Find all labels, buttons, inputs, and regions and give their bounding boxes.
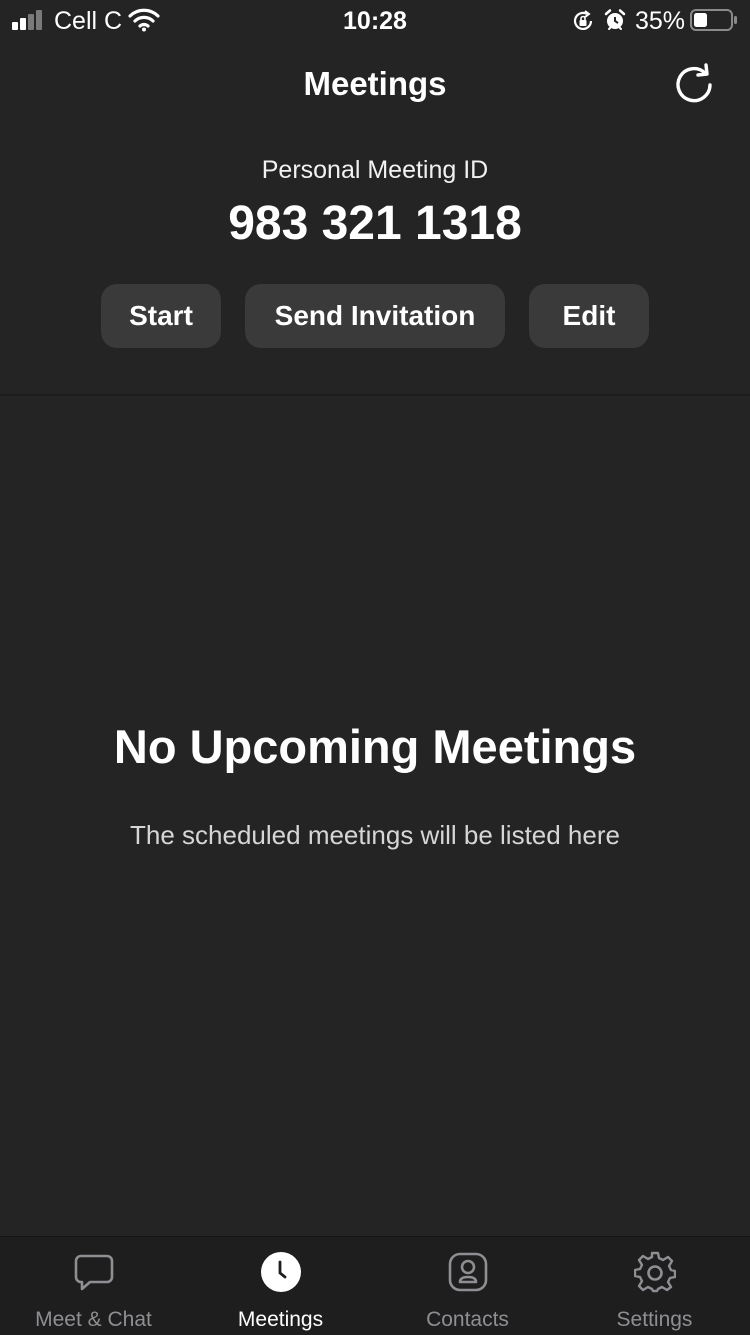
refresh-icon (676, 63, 712, 103)
status-bar: Cell C 10:28 35% (0, 0, 750, 40)
tab-settings[interactable]: Settings (561, 1237, 748, 1335)
personal-meeting-id-value: 983 321 1318 (228, 197, 522, 250)
contact-icon (448, 1252, 488, 1292)
refresh-button[interactable] (672, 62, 718, 108)
chat-bubble-icon (74, 1254, 114, 1291)
section-divider (0, 394, 750, 396)
clock-icon (261, 1252, 301, 1292)
empty-state-title: No Upcoming Meetings (113, 720, 637, 773)
tab-bar: Meet & Chat Meetings Contacts Settings (0, 1236, 750, 1335)
empty-state-subtitle: The scheduled meetings will be listed he… (130, 820, 620, 850)
battery-icon (690, 9, 737, 31)
tab-meet-chat[interactable]: Meet & Chat (0, 1237, 187, 1335)
tab-label: Settings (616, 1308, 693, 1331)
battery-percent: 35% (635, 7, 686, 35)
tab-meetings[interactable]: Meetings (187, 1237, 374, 1335)
edit-button[interactable]: Edit (529, 284, 649, 348)
personal-meeting-id-label: Personal Meeting ID (261, 156, 489, 184)
tab-contacts[interactable]: Contacts (374, 1237, 561, 1335)
page-title: Meetings (303, 65, 447, 102)
tab-label: Meet & Chat (35, 1308, 152, 1331)
alarm-icon (604, 9, 626, 30)
orientation-lock-icon (573, 10, 593, 30)
start-button[interactable]: Start (101, 284, 221, 348)
tab-label: Meetings (237, 1308, 324, 1331)
send-invitation-button[interactable]: Send Invitation (245, 284, 505, 348)
gear-icon (634, 1251, 676, 1293)
tab-label: Contacts (426, 1308, 509, 1331)
